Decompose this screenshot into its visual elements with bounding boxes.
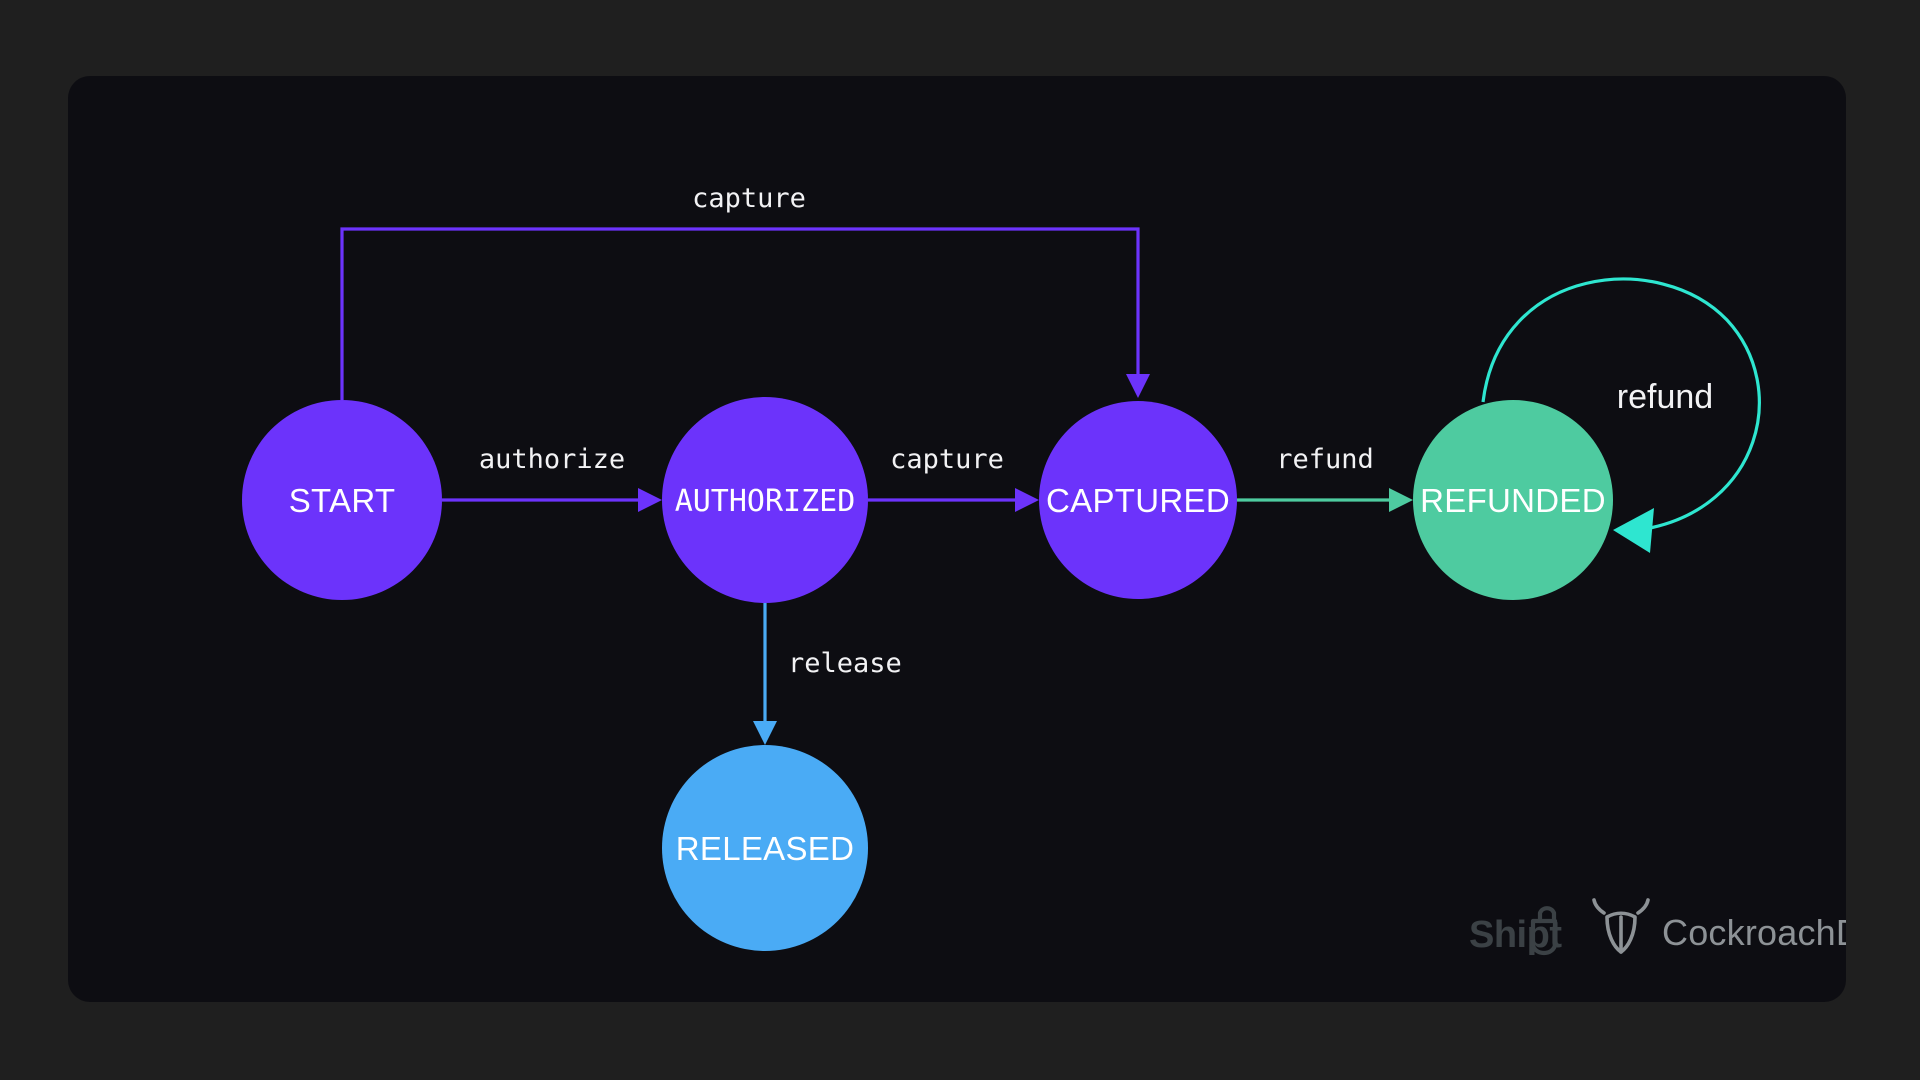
edge-start-capture: capture — [342, 183, 1150, 400]
edge-refunded-self-loop-arrowhead — [1613, 508, 1654, 553]
logo-shipt: Shipt — [1469, 908, 1562, 956]
node-refunded[interactable]: REFUNDED — [1413, 400, 1613, 600]
edge-authorized-release-arrowhead — [753, 721, 777, 745]
logo-cockroachdb: CockroachDB — [1594, 900, 1886, 953]
edge-start-authorize: authorize — [442, 444, 662, 512]
node-authorized-label: AUTHORIZED — [675, 484, 856, 519]
node-start-label: START — [289, 482, 396, 519]
edge-captured-refund-arrowhead — [1389, 488, 1413, 512]
node-authorized[interactable]: AUTHORIZED — [662, 397, 868, 603]
edge-start-capture-arrowhead — [1126, 374, 1150, 398]
edge-authorized-capture: capture — [868, 444, 1039, 512]
node-refunded-label: REFUNDED — [1420, 482, 1606, 519]
node-start[interactable]: START — [242, 400, 442, 600]
edge-label-captured-refund: refund — [1276, 444, 1374, 475]
node-captured-label: CAPTURED — [1046, 482, 1230, 519]
edge-start-authorize-arrowhead — [638, 488, 662, 512]
edge-label-start-capture: capture — [692, 183, 806, 214]
edge-start-capture-line — [342, 229, 1138, 400]
logo-cockroachdb-text: CockroachDB — [1662, 912, 1886, 953]
edge-label-authorized-capture: capture — [890, 444, 1004, 475]
node-captured[interactable]: CAPTURED — [1039, 401, 1237, 599]
edge-label-start-authorize: authorize — [479, 444, 625, 475]
edge-label-refunded-refund: refund — [1617, 378, 1713, 416]
edge-authorized-release: release — [753, 603, 902, 745]
edge-captured-refund: refund — [1237, 444, 1413, 512]
edge-authorized-capture-arrowhead — [1015, 488, 1039, 512]
edge-label-authorized-release: release — [788, 648, 902, 679]
node-released[interactable]: RELEASED — [662, 745, 868, 951]
cockroach-leaf-icon — [1594, 900, 1648, 952]
node-released-label: RELEASED — [676, 830, 854, 867]
diagram-stage: capture authorize capture refund — [0, 0, 1920, 1080]
state-machine-diagram: capture authorize capture refund — [0, 0, 1920, 1080]
